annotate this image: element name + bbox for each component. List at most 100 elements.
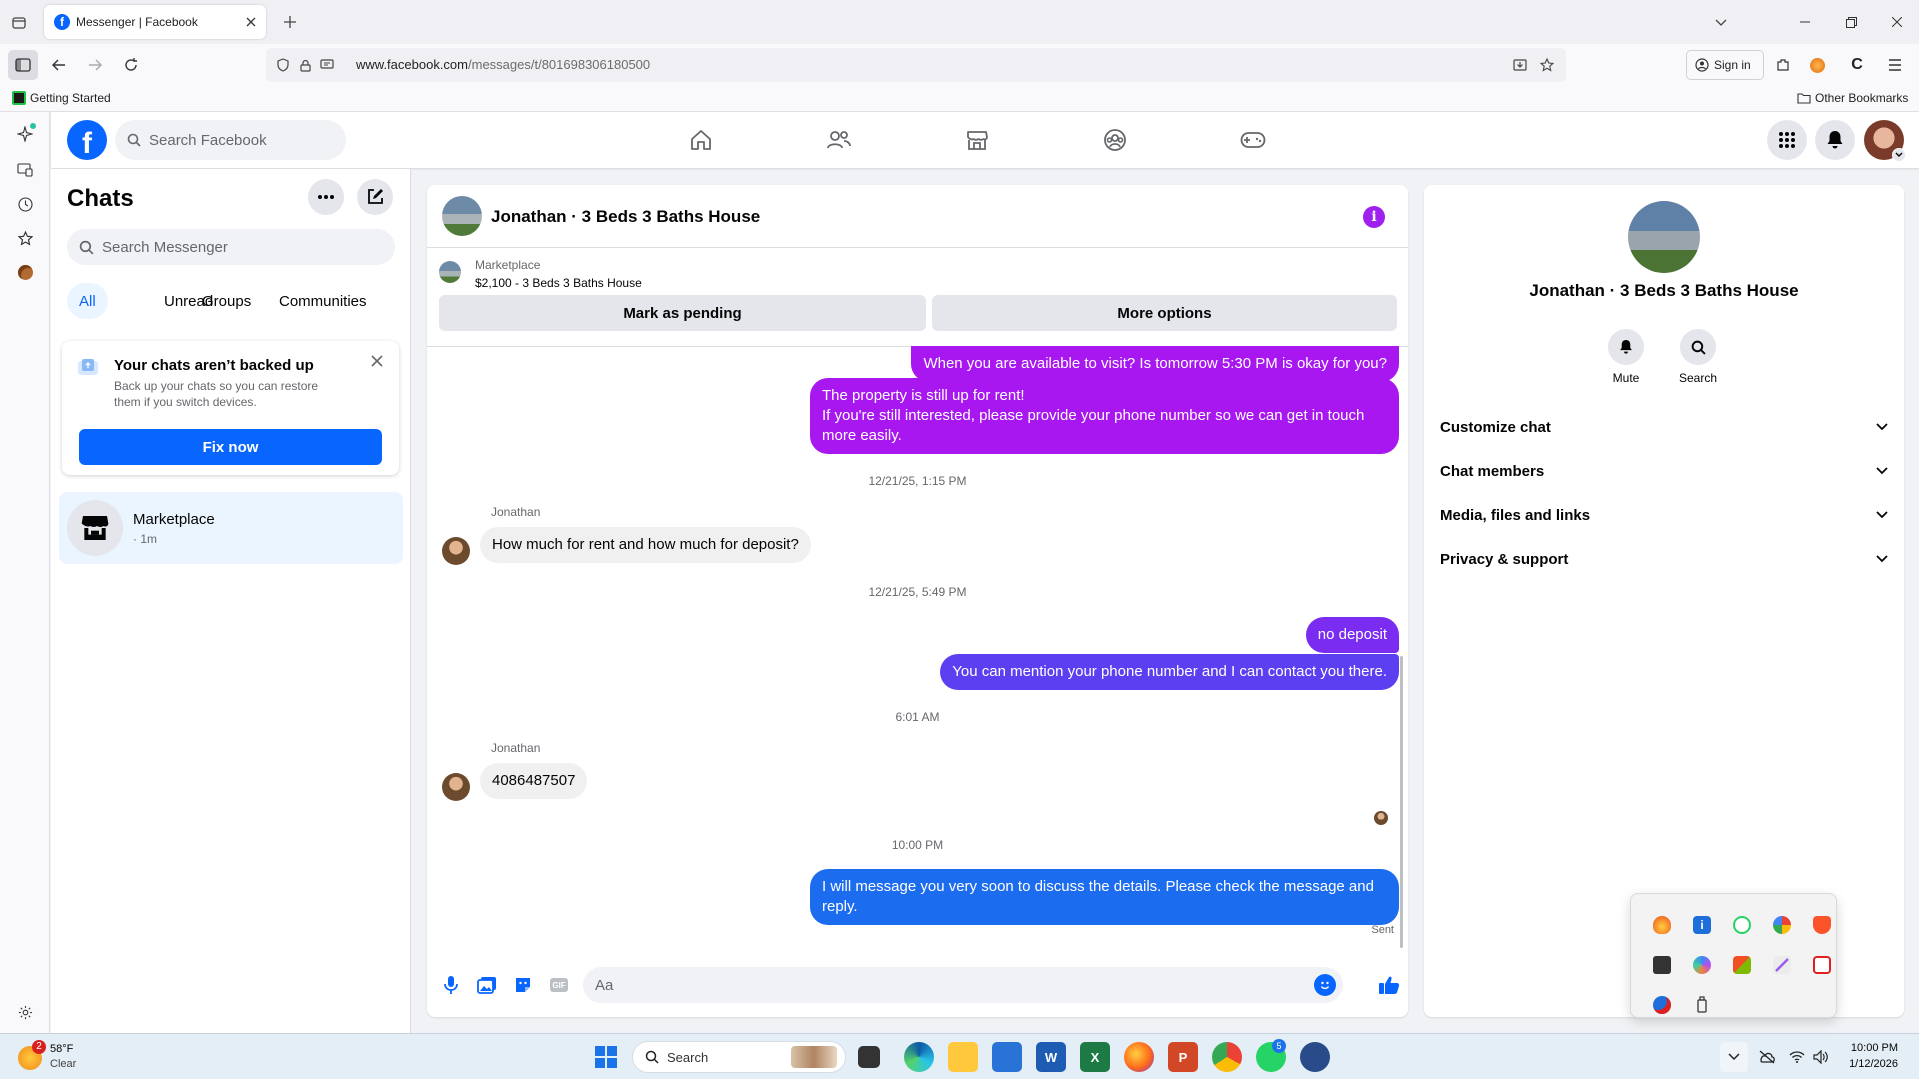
- listing-detail[interactable]: $2,100 - 3 Beds 3 Baths House: [475, 276, 642, 290]
- conversation-title[interactable]: Jonathan · 3 Beds 3 Baths House: [491, 207, 760, 227]
- forward-icon[interactable]: [84, 54, 106, 76]
- chat-list-item[interactable]: Marketplace · 1m: [59, 492, 403, 564]
- bookmarks-icon[interactable]: [13, 226, 37, 250]
- store-icon[interactable]: [992, 1042, 1022, 1072]
- bookmark-other[interactable]: Other Bookmarks: [1797, 91, 1908, 105]
- c-extension-icon[interactable]: C: [1846, 54, 1868, 76]
- weather-widget[interactable]: 2 58°F Clear: [14, 1040, 134, 1074]
- voice-clip-icon[interactable]: [437, 971, 465, 999]
- marketplace-icon[interactable]: [961, 124, 993, 156]
- search-conversation-button[interactable]: [1680, 329, 1716, 365]
- url-bar[interactable]: www.facebook.com/messages/t/801698306180…: [266, 48, 1566, 82]
- ai-chatbot-icon[interactable]: [13, 122, 37, 146]
- mute-button[interactable]: [1608, 329, 1644, 365]
- facebook-search-box[interactable]: Search Facebook: [115, 120, 346, 160]
- sender-avatar[interactable]: [442, 537, 470, 565]
- info-app-icon[interactable]: i: [1693, 916, 1711, 934]
- synced-tabs-icon[interactable]: [13, 158, 37, 182]
- filter-all[interactable]: All: [67, 283, 108, 319]
- clock-date[interactable]: 1/12/2026: [1830, 1058, 1898, 1070]
- usb-device-icon[interactable]: [1693, 996, 1711, 1014]
- extensions-icon[interactable]: [1772, 54, 1794, 76]
- filter-groups[interactable]: Groups: [202, 283, 251, 319]
- url-text[interactable]: www.facebook.com/messages/t/801698306180…: [356, 57, 650, 72]
- tab-list-icon[interactable]: [8, 12, 30, 34]
- cookie-extension-icon[interactable]: [13, 260, 37, 284]
- like-thumb-icon[interactable]: [1375, 971, 1403, 999]
- whatsapp-tray-icon[interactable]: [1733, 916, 1751, 934]
- office-app-icon[interactable]: [1733, 956, 1751, 974]
- message-incoming[interactable]: How much for rent and how much for depos…: [480, 527, 811, 563]
- flame-app-icon[interactable]: [1653, 916, 1671, 934]
- home-icon[interactable]: [685, 124, 717, 156]
- message-incoming[interactable]: 4086487507: [480, 763, 588, 799]
- new-message-button[interactable]: [357, 179, 393, 215]
- firefox-icon[interactable]: [1124, 1042, 1154, 1072]
- privacy-support-section[interactable]: Privacy & support: [1440, 541, 1888, 577]
- linux-app-icon[interactable]: [1300, 1042, 1330, 1072]
- message-outgoing[interactable]: The property is still up for rent! If yo…: [810, 378, 1399, 454]
- taskbar-search[interactable]: Search: [632, 1041, 846, 1073]
- show-hidden-icons-chevron[interactable]: [1720, 1042, 1748, 1072]
- message-outgoing[interactable]: no deposit: [1305, 617, 1399, 653]
- message-outgoing[interactable]: When you are available to visit? Is tomo…: [911, 346, 1399, 382]
- security-app-icon[interactable]: [1653, 996, 1671, 1014]
- close-tab-icon[interactable]: [242, 13, 260, 31]
- sender-avatar[interactable]: [442, 773, 470, 801]
- new-tab-icon[interactable]: [280, 12, 300, 32]
- sidebar-toggle-icon[interactable]: [8, 50, 38, 80]
- save-to-pocket-icon[interactable]: [1511, 56, 1529, 74]
- groups-icon[interactable]: [1099, 124, 1131, 156]
- message-scrollbar[interactable]: [1400, 656, 1403, 948]
- customize-sidebar-icon[interactable]: [13, 1000, 37, 1024]
- copilot-tray-icon[interactable]: [1693, 956, 1711, 974]
- file-explorer-icon[interactable]: [948, 1042, 978, 1072]
- message-outgoing[interactable]: I will message you very soon to discuss …: [810, 869, 1399, 925]
- filter-communities[interactable]: Communities: [279, 283, 367, 319]
- lock-icon[interactable]: [296, 56, 314, 74]
- bookmark-getting-started[interactable]: Getting Started: [12, 91, 111, 105]
- task-view-icon[interactable]: [858, 1046, 880, 1068]
- volume-icon[interactable]: [1810, 1046, 1832, 1068]
- sign-in-button[interactable]: Sign in: [1686, 50, 1764, 80]
- fix-now-button[interactable]: Fix now: [79, 429, 382, 465]
- media-files-links-section[interactable]: Media, files and links: [1440, 497, 1888, 533]
- notifications-button[interactable]: [1815, 120, 1855, 160]
- brave-tray-icon[interactable]: [1813, 916, 1831, 934]
- gaming-icon[interactable]: [1237, 124, 1269, 156]
- pen-app-icon[interactable]: [1773, 956, 1791, 974]
- tracking-protection-icon[interactable]: [274, 56, 292, 74]
- message-input[interactable]: Aa: [583, 967, 1343, 1003]
- emoji-icon[interactable]: [1314, 974, 1336, 996]
- account-chevron-icon[interactable]: [1892, 148, 1906, 162]
- menu-icon[interactable]: [1884, 54, 1906, 76]
- windows-start-icon[interactable]: [592, 1043, 620, 1071]
- restore-window-icon[interactable]: [1841, 12, 1861, 32]
- color-app-icon[interactable]: [1773, 916, 1791, 934]
- history-icon[interactable]: [13, 192, 37, 216]
- chat-members-section[interactable]: Chat members: [1440, 453, 1888, 489]
- minimize-window-icon[interactable]: [1795, 12, 1815, 32]
- back-icon[interactable]: [48, 54, 70, 76]
- close-backup-card-icon[interactable]: [367, 351, 387, 371]
- customize-chat-section[interactable]: Customize chat: [1440, 409, 1888, 445]
- reload-icon[interactable]: [120, 54, 142, 76]
- close-window-icon[interactable]: [1887, 12, 1907, 32]
- chrome-icon[interactable]: [1212, 1042, 1242, 1072]
- list-all-tabs-icon[interactable]: [1710, 12, 1732, 34]
- attach-media-icon[interactable]: [473, 971, 501, 999]
- facebook-logo[interactable]: f: [67, 120, 107, 160]
- conversation-info-icon[interactable]: i: [1363, 206, 1385, 228]
- clock-time[interactable]: 10:00 PM: [1830, 1042, 1898, 1054]
- info-avatar[interactable]: [1628, 201, 1700, 273]
- wifi-icon[interactable]: [1786, 1046, 1808, 1068]
- page-permissions-icon[interactable]: [318, 56, 336, 74]
- word-icon[interactable]: W: [1036, 1042, 1066, 1072]
- cloud-offline-icon[interactable]: [1756, 1046, 1778, 1068]
- edge-icon[interactable]: [904, 1042, 934, 1072]
- pdf-app-icon[interactable]: [1813, 956, 1831, 974]
- chats-options-button[interactable]: [308, 179, 344, 215]
- message-outgoing[interactable]: You can mention your phone number and I …: [940, 654, 1399, 690]
- fox-extension-icon[interactable]: [1806, 54, 1828, 76]
- mark-as-pending-button[interactable]: Mark as pending: [439, 295, 926, 331]
